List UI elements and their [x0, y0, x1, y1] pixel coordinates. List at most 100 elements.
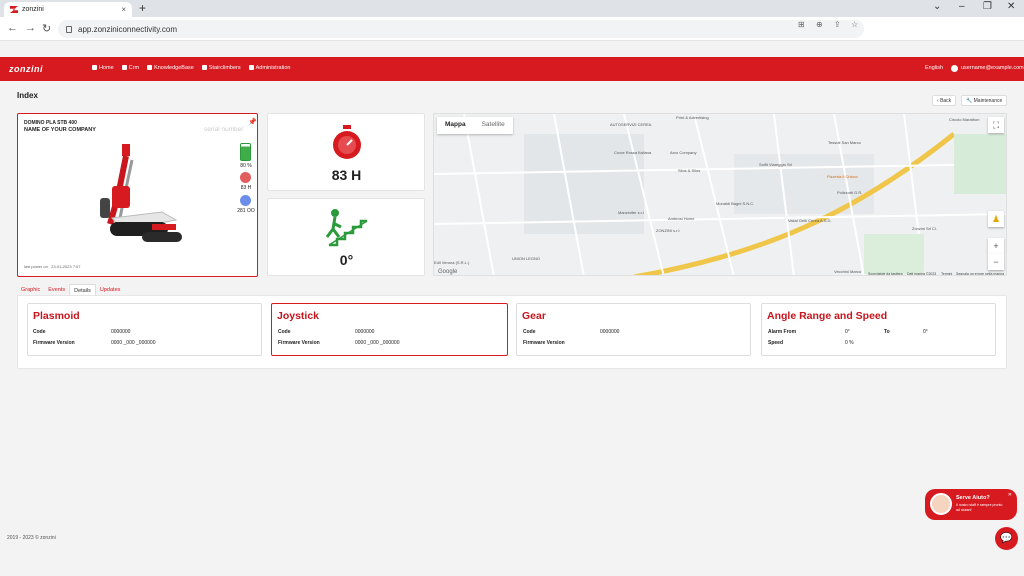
- language-selector[interactable]: English: [925, 65, 943, 71]
- map-widget[interactable]: Mappa Satellite ⛶ ♟ + − AUTOSERVIZI CERE…: [433, 113, 1007, 276]
- code-value: 0000000: [111, 329, 131, 335]
- device-company: NAME OF YOUR COMPANY: [24, 127, 96, 133]
- serial-number-field[interactable]: serial number: [204, 126, 243, 133]
- share-icon[interactable]: ⇪: [834, 20, 841, 29]
- fullscreen-icon[interactable]: ⛶: [988, 117, 1004, 133]
- crm-icon: [121, 65, 127, 70]
- new-tab-icon[interactable]: +: [139, 1, 146, 15]
- nav-home[interactable]: Home: [92, 65, 114, 71]
- bookmark-star-icon[interactable]: ☆: [851, 20, 858, 29]
- map-label: Ambrosi Home: [668, 216, 695, 221]
- angle-range-card[interactable]: Angle Range and Speed Alarm From 0° To 0…: [761, 303, 996, 356]
- stairs-climber-icon: [325, 209, 368, 247]
- firmware-value: 0000 _000 _000000: [111, 340, 156, 346]
- browser-toolbar: ← → ↻ app.zonziniconnectivity.com ⊞ ⊕ ⇪ …: [0, 17, 1024, 41]
- card-title: Joystick: [277, 310, 320, 322]
- close-icon[interactable]: ✕: [1008, 492, 1012, 498]
- zoom-in-button[interactable]: +: [988, 238, 1004, 254]
- map-type-mappa[interactable]: Mappa: [437, 117, 474, 134]
- map-label: Polizzotti G.R.: [837, 190, 863, 195]
- help-bubble[interactable]: Serve Aiuto? Il nostro staff è sempre pr…: [925, 489, 1017, 520]
- map-label: Monaldi Bagni S.N.C.: [716, 201, 755, 206]
- gear-card[interactable]: Gear Code 0000000 Firmware Version: [516, 303, 751, 356]
- map-label: Arco Company: [670, 150, 697, 155]
- browser-tab[interactable]: zonzini ×: [4, 2, 132, 17]
- pegman-icon[interactable]: ♟: [988, 211, 1004, 227]
- reload-icon[interactable]: ↻: [42, 22, 51, 35]
- forward-icon[interactable]: →: [25, 22, 36, 34]
- map-label: Pizzeria Il Chicco: [827, 174, 858, 179]
- stopwatch-icon: [333, 125, 361, 159]
- device-card[interactable]: DOMINO PLA STB 400 NAME OF YOUR COMPANY …: [17, 113, 258, 277]
- angle-card: 0°: [267, 198, 425, 276]
- pin-icon[interactable]: 📌: [248, 118, 257, 126]
- zonzini-favicon-icon: [10, 6, 18, 13]
- battery-icon: [240, 143, 251, 161]
- map-label: Circolo Marathon: [949, 117, 980, 122]
- map-label: Silos & Silos: [678, 168, 701, 173]
- close-window-icon[interactable]: ✕: [1007, 1, 1015, 12]
- address-bar[interactable]: app.zonziniconnectivity.com: [58, 20, 864, 38]
- close-tab-icon[interactable]: ×: [121, 5, 126, 14]
- help-title: Serve Aiuto?: [956, 495, 990, 501]
- map-footer-link[interactable]: Scorciatoie da tastiera: [868, 272, 903, 275]
- map-label: AUTOSERVIZI CEREA: [610, 122, 652, 127]
- main-nav: Home Crm KnowledgeBase Stairclimbers Adm…: [92, 65, 290, 71]
- map-label: Zonzini Srl Cl.: [912, 226, 937, 231]
- nav-knowledgebase[interactable]: KnowledgeBase: [147, 65, 194, 71]
- map-type-satellite[interactable]: Satellite: [474, 117, 513, 134]
- support-avatar: [930, 493, 952, 515]
- nav-stairclimbers[interactable]: Stairclimbers: [201, 65, 241, 71]
- zoom-out-button[interactable]: −: [988, 254, 1004, 270]
- map-canvas[interactable]: [434, 114, 1007, 276]
- stairclimber-icon: [201, 65, 207, 70]
- chevron-down-icon[interactable]: ⌄: [933, 1, 941, 12]
- user-avatar-icon[interactable]: [951, 65, 958, 72]
- card-title: Angle Range and Speed: [767, 310, 888, 322]
- code-label: Code: [33, 329, 46, 335]
- back-icon[interactable]: ←: [7, 22, 18, 34]
- map-footer-link[interactable]: Termini: [941, 272, 952, 275]
- card-title: Gear: [522, 310, 546, 322]
- device-hours: 83 H: [240, 185, 252, 191]
- card-title: Plasmoid: [33, 310, 80, 322]
- hours-value: 83 H: [331, 167, 362, 183]
- page-footer: 2019 - 2023 © zonzini: [7, 535, 56, 541]
- translate-icon[interactable]: ⊞: [798, 20, 805, 29]
- map-label: Print & Advertising: [676, 115, 709, 120]
- tab-title: zonzini: [22, 6, 44, 13]
- map-label: Manzinifer s.r.l: [618, 210, 644, 215]
- map-label: Vakal Gelk Cerea A.S.D.: [788, 218, 832, 223]
- help-text: Il nostro staff è sempre pronto ad aiuta…: [956, 503, 1003, 512]
- map-footer-link[interactable]: Segnala un errore nella mappa: [956, 272, 1004, 275]
- joystick-card[interactable]: Joystick Code 0000000 Firmware Version 0…: [271, 303, 508, 356]
- to-label: To: [884, 329, 890, 335]
- maximize-icon[interactable]: ❐: [983, 1, 992, 12]
- zoom-icon[interactable]: ⊕: [816, 20, 823, 29]
- lock-icon: [66, 25, 72, 33]
- nav-administration[interactable]: Administration: [248, 65, 290, 71]
- plasmoid-card[interactable]: Plasmoid Code 0000000 Firmware Version 0…: [27, 303, 262, 356]
- counter-icon: [240, 195, 251, 206]
- map-label: Tessuti San Marco: [828, 140, 861, 145]
- speed-value: 0 %: [845, 340, 854, 346]
- chat-icon[interactable]: 💬: [995, 527, 1018, 550]
- map-type-toggle: Mappa Satellite: [437, 117, 513, 134]
- map-label: Edil Verona (S.R.L.): [434, 260, 470, 265]
- google-logo: Google: [438, 269, 458, 275]
- firmware-label: Firmware Version: [523, 340, 565, 346]
- code-value: 0000000: [355, 329, 375, 335]
- back-button[interactable]: ‹ Back: [932, 95, 957, 106]
- hours-card: 83 H: [267, 113, 425, 191]
- nav-crm[interactable]: Crm: [121, 65, 139, 71]
- maintenance-button[interactable]: 🔧 Maintenance: [961, 95, 1008, 106]
- user-menu[interactable]: username@example.com: [961, 65, 1024, 71]
- map-label: Croce Rossa Italiana: [614, 150, 652, 155]
- angle-value: 0°: [339, 252, 354, 268]
- minimize-icon[interactable]: –: [959, 1, 965, 12]
- stopwatch-icon: [240, 172, 251, 183]
- map-label: Vecchini Marco: [834, 269, 862, 274]
- zonzini-logo[interactable]: zonzini: [9, 64, 43, 74]
- speed-label: Speed: [768, 340, 784, 346]
- alarm-from-label: Alarm From: [768, 329, 797, 335]
